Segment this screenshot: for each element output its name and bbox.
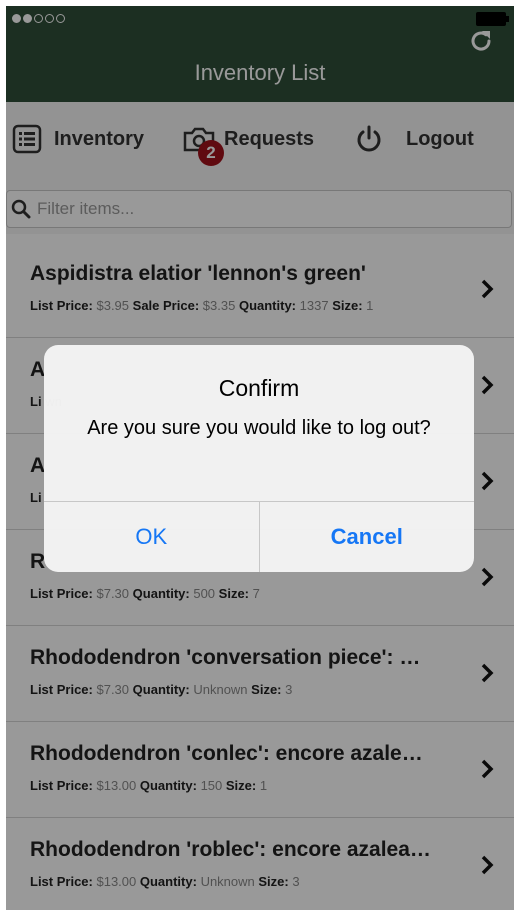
dialog-buttons: OK Cancel xyxy=(44,501,474,572)
app-screen: Inventory List Inventory Requests Logout… xyxy=(6,6,514,910)
confirm-dialog: Confirm Are you sure you would like to l… xyxy=(44,345,474,572)
cancel-button[interactable]: Cancel xyxy=(258,502,475,572)
ok-button[interactable]: OK xyxy=(44,502,259,572)
dialog-title: Confirm xyxy=(218,375,300,401)
dialog-message: Are you sure you would like to log out? xyxy=(87,417,431,439)
